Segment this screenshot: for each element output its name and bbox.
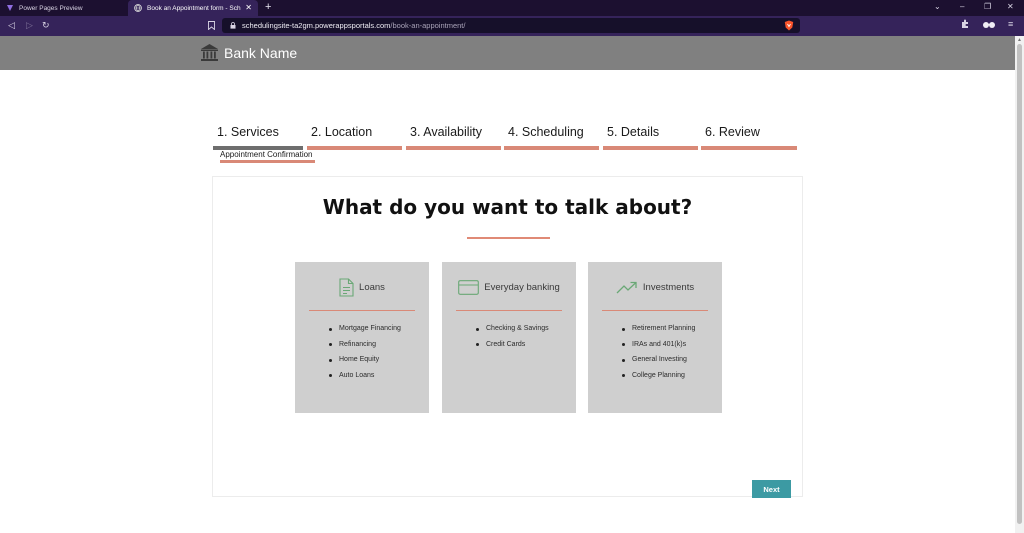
vpn-glasses-icon[interactable] [982,21,996,29]
forward-icon[interactable]: ▷ [26,20,33,31]
credit-card-icon [458,279,480,295]
step-indicator-bar [504,146,599,150]
step-details[interactable]: 5. Details [603,124,698,152]
services-panel: What do you want to talk about? Loans Mo… [212,176,803,498]
site-header: Bank Name [0,36,1015,70]
menu-icon[interactable]: ≡ [1008,19,1013,29]
list-item: College Planning [622,371,695,387]
back-icon[interactable]: ◁ [8,20,15,31]
card-header: Loans [295,276,429,298]
page-scrollbar[interactable]: ▲ [1015,36,1024,533]
service-card-everyday-banking[interactable]: Everyday banking Checking & Savings Cred… [442,262,576,413]
next-button[interactable]: Next [752,480,791,498]
card-divider [602,310,708,311]
list-item: Refinancing [329,340,401,356]
tab-label: Book an Appointment form - Sch [147,4,241,12]
url-host: schedulingsite-ta2gm.powerappsportals.co… [242,21,391,30]
globe-icon [134,4,142,12]
minimize-icon[interactable]: – [960,2,964,11]
list-item: Credit Cards [476,340,549,356]
step-indicator-bar [220,160,315,163]
card-title: Loans [359,281,385,293]
service-card-loans[interactable]: Loans Mortgage Financing Refinancing Hom… [295,262,429,413]
trend-up-icon [616,281,637,293]
close-window-icon[interactable]: ✕ [1007,2,1014,11]
step-label: 5. Details [607,125,660,139]
step-appointment-confirmation[interactable]: Appointment Confirmation [220,150,315,164]
close-tab-icon[interactable]: ✕ [245,3,252,12]
lock-icon [230,22,236,29]
step-label: Appointment Confirmation [220,150,313,159]
document-icon [339,277,354,297]
tab-label: Power Pages Preview [19,4,83,12]
step-indicator-bar [701,146,797,150]
reload-icon[interactable]: ↻ [42,20,50,31]
browser-toolbar: ◁ ▷ ↻ schedulingsite-ta2gm.powerappsport… [0,16,1024,36]
tab-search-icon[interactable]: ⌄ [934,2,941,11]
list-item: Retirement Planning [622,324,695,340]
step-label: 1. Services [217,125,279,139]
step-label: 3. Availability [410,125,483,139]
card-header: Everyday banking [442,276,576,298]
card-divider [456,310,562,311]
browser-tab-book-appointment[interactable]: Book an Appointment form - Sch ✕ [128,0,258,16]
step-indicator-bar [406,146,501,150]
restore-icon[interactable]: ❐ [984,2,991,11]
card-divider [309,310,415,311]
step-services[interactable]: 1. Services [213,124,303,152]
brave-shield-icon[interactable] [784,20,794,31]
list-item: Auto Loans [329,371,401,387]
list-item: IRAs and 401(k)s [622,340,695,356]
extensions-icon[interactable] [960,19,970,29]
page-title: What do you want to talk about? [322,195,693,219]
new-tab-icon[interactable]: + [265,1,271,13]
bookmark-icon[interactable] [208,21,215,30]
browser-tab-bar: Power Pages Preview Book an Appointment … [0,0,1024,16]
step-review[interactable]: 6. Review [701,124,797,152]
service-card-investments[interactable]: Investments Retirement Planning IRAs and… [588,262,722,413]
card-topic-list: Mortgage Financing Refinancing Home Equi… [329,324,401,386]
url-path: /book-an-appointment/ [390,21,466,30]
power-pages-icon [7,5,13,11]
bank-building-icon [201,44,218,61]
step-indicator-bar [603,146,698,150]
card-topic-list: Checking & Savings Credit Cards [476,324,549,355]
list-item: Checking & Savings [476,324,549,340]
card-header: Investments [588,276,722,298]
bank-name[interactable]: Bank Name [224,45,297,61]
card-topic-list: Retirement Planning IRAs and 401(k)s Gen… [622,324,695,386]
scroll-thumb[interactable] [1017,44,1022,524]
title-divider [467,237,550,239]
step-availability[interactable]: 3. Availability [406,124,501,152]
card-title: Everyday banking [484,281,560,293]
step-scheduling[interactable]: 4. Scheduling [504,124,599,152]
scroll-up-icon[interactable]: ▲ [1017,37,1022,43]
browser-tab-power-pages[interactable]: Power Pages Preview [0,0,128,16]
list-item: General Investing [622,355,695,371]
step-label: 2. Location [311,125,373,139]
list-item: Home Equity [329,355,401,371]
list-item: Mortgage Financing [329,324,401,340]
step-indicator-bar [307,146,402,150]
step-location[interactable]: 2. Location [307,124,402,152]
step-label: 4. Scheduling [508,125,584,139]
step-label: 6. Review [705,125,760,139]
address-bar[interactable]: schedulingsite-ta2gm.powerappsportals.co… [222,18,800,33]
card-title: Investments [642,281,695,293]
